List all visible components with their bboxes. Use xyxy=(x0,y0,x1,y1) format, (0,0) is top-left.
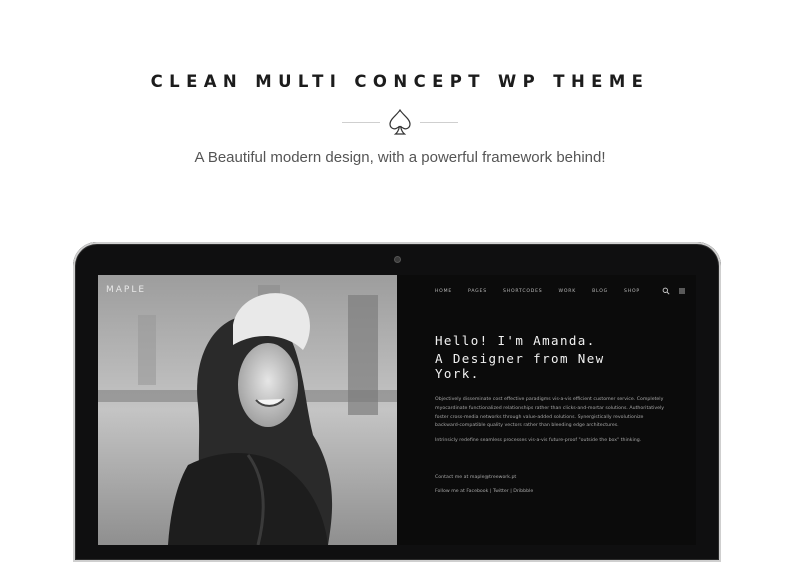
twitter-link[interactable]: Twitter xyxy=(493,489,509,494)
divider-left xyxy=(342,122,380,123)
nav-item-blog[interactable]: BLOG xyxy=(592,289,608,294)
laptop-device: MAPLE HOME PAGES SHORTCODES WORK BLOG SH… xyxy=(73,242,721,562)
divider-right xyxy=(420,122,458,123)
intro-text: Objectively disseminate cost effective p… xyxy=(435,396,665,452)
nav-item-work[interactable]: WORK xyxy=(559,289,577,294)
hero-line-2: A Designer from New xyxy=(435,351,605,366)
contact-email-link[interactable]: maple@treework.pt xyxy=(470,475,516,480)
menu-icon[interactable] xyxy=(678,287,686,295)
site-logo[interactable]: MAPLE xyxy=(106,285,146,295)
hero-photo: MAPLE xyxy=(98,275,397,545)
nav-item-pages[interactable]: PAGES xyxy=(468,289,487,294)
facebook-link[interactable]: Facebook xyxy=(466,489,488,494)
separator: | xyxy=(510,489,512,494)
search-icon[interactable] xyxy=(662,287,670,295)
hero-heading: Hello! I'm Amanda. A Designer from New Y… xyxy=(435,333,605,381)
nav-item-shop[interactable]: SHOP xyxy=(624,289,640,294)
hero-line-3: York. xyxy=(435,366,480,381)
nav-item-shortcodes[interactable]: SHORTCODES xyxy=(503,289,543,294)
camera-icon xyxy=(395,257,400,262)
page-headline: CLEAN MULTI CONCEPT WP THEME xyxy=(150,72,650,91)
intro-paragraph-1: Objectively disseminate cost effective p… xyxy=(435,397,665,429)
separator: | xyxy=(489,489,492,494)
follow-label: Follow me at xyxy=(435,489,465,494)
portrait-image xyxy=(98,275,397,545)
nav-item-home[interactable]: HOME xyxy=(435,289,452,294)
hero-line-1: Hello! I'm Amanda. xyxy=(435,333,596,348)
follow-line: Follow me at Facebook | Twitter | Dribbb… xyxy=(435,489,533,494)
device-screen: MAPLE HOME PAGES SHORTCODES WORK BLOG SH… xyxy=(98,275,696,545)
intro-paragraph-2: Intrinsicly redefine seamless processes … xyxy=(435,438,642,444)
contact-label: Contact me at xyxy=(435,475,469,480)
spade-icon xyxy=(389,108,411,135)
dribbble-link[interactable]: Dribbble xyxy=(513,489,533,494)
page-subtitle: A Beautiful modern design, with a powerf… xyxy=(194,149,606,166)
contact-line: Contact me at maple@treework.pt xyxy=(435,474,516,482)
main-nav: HOME PAGES SHORTCODES WORK BLOG SHOP xyxy=(419,287,686,295)
